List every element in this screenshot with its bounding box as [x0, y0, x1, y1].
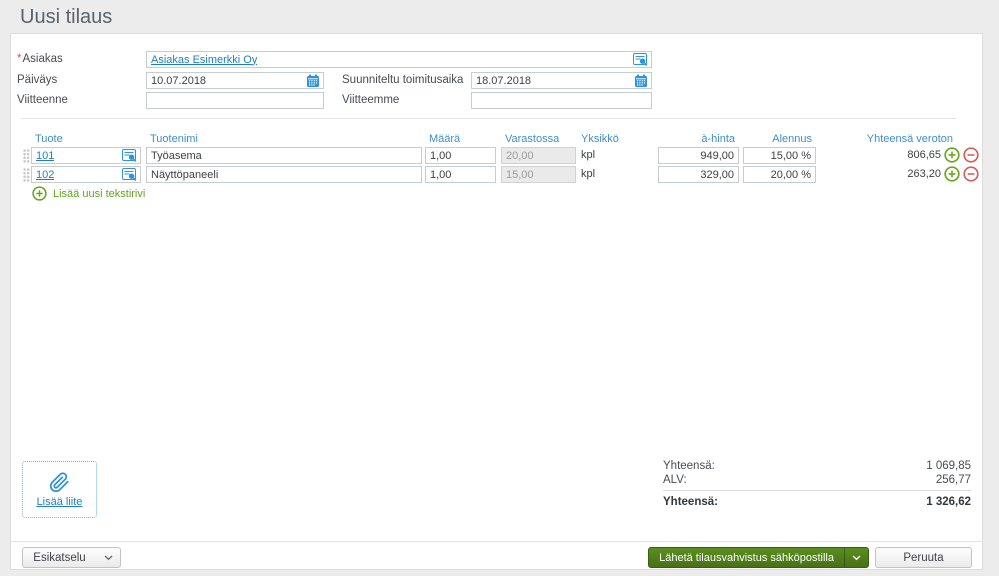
product-name-input[interactable] [146, 147, 422, 164]
grand-total-value: 1 326,62 [926, 496, 971, 508]
date-calendar-icon[interactable] [306, 74, 320, 88]
header-discount: Alennus [772, 133, 812, 145]
product-code-field[interactable]: 101 [31, 147, 141, 164]
product-lookup-icon[interactable] [122, 149, 137, 162]
row-total-text: 806,65 [907, 149, 941, 161]
product-code-field[interactable]: 102 [31, 166, 141, 183]
product-name-input[interactable] [146, 166, 422, 183]
send-confirmation-label: Lähetä tilausvahvistus sähköpostilla [659, 551, 834, 564]
your-reference-label: Viitteenne [17, 94, 68, 106]
unit-text: kpl [581, 168, 596, 180]
send-confirmation-button[interactable]: Lähetä tilausvahvistus sähköpostilla [648, 547, 869, 568]
table-row: 101 kpl 806,65 [11, 147, 982, 164]
cancel-button-label: Peruuta [903, 551, 944, 564]
cancel-button[interactable]: Peruuta [875, 547, 972, 568]
quantity-input[interactable] [425, 147, 496, 164]
grand-total-row: Yhteensä: 1 326,62 [663, 496, 971, 508]
stock-input [501, 147, 576, 164]
date-field[interactable]: 10.07.2018 [146, 72, 324, 89]
subtotal-row: Yhteensä: 1 069,85 [663, 460, 971, 472]
unit-price-input[interactable] [658, 147, 739, 164]
add-text-row-label: Lisää uusi tekstirivi [53, 187, 146, 200]
header-stock: Varastossa [505, 133, 560, 145]
row-drag-handle-icon[interactable] [23, 149, 30, 163]
your-reference-input[interactable] [146, 92, 324, 109]
delivery-label: Suunniteltu toimitusaika [342, 74, 464, 86]
add-text-row-button[interactable]: Lisää uusi tekstirivi [32, 186, 145, 201]
header-name: Tuotenimi [150, 133, 198, 145]
chevron-down-icon[interactable] [96, 554, 120, 561]
quantity-input[interactable] [425, 166, 496, 183]
header-total: Yhteensä veroton [866, 133, 953, 145]
grand-total-label: Yhteensä: [663, 496, 718, 508]
our-reference-label: Viitteemme [342, 94, 400, 106]
paperclip-icon [49, 471, 70, 493]
vat-row: ALV: 256,77 [663, 474, 971, 486]
customer-lookup-icon[interactable] [633, 53, 648, 66]
customer-field[interactable]: Asiakas Esimerkki Oy [146, 51, 652, 68]
delivery-value[interactable]: 18.07.2018 [476, 75, 531, 87]
header-price: à-hinta [701, 133, 735, 145]
product-code-link[interactable]: 102 [36, 169, 54, 181]
plus-circle-icon [32, 186, 47, 201]
delivery-calendar-icon[interactable] [634, 74, 648, 88]
delivery-field[interactable]: 18.07.2018 [471, 72, 652, 89]
vat-label: ALV: [663, 474, 687, 486]
remove-row-icon[interactable] [963, 166, 979, 182]
stock-input [501, 166, 576, 183]
add-attachment-dropzone[interactable]: Lisää liite [22, 461, 97, 518]
header-product: Tuote [35, 133, 63, 145]
table-row: 102 kpl 263,20 [11, 166, 982, 183]
customer-link[interactable]: Asiakas Esimerkki Oy [151, 54, 257, 66]
header-quantity: Määrä [429, 133, 461, 145]
footer-divider [11, 541, 982, 542]
preview-button[interactable]: Esikatselu [22, 547, 121, 568]
vat-value: 256,77 [935, 474, 971, 486]
row-total-text: 263,20 [907, 168, 941, 180]
date-label: Päiväys [17, 74, 58, 86]
product-code-link[interactable]: 101 [36, 150, 54, 162]
order-page: Uusi tilaus *Asiakas Asiakas Esimerkki O… [0, 0, 999, 576]
preview-button-label: Esikatselu [33, 551, 86, 564]
subtotal-label: Yhteensä: [663, 460, 715, 472]
remove-row-icon[interactable] [963, 147, 979, 163]
add-row-icon[interactable] [944, 166, 960, 182]
subtotal-value: 1 069,85 [926, 460, 971, 472]
add-attachment-link[interactable]: Lisää liite [37, 496, 83, 508]
product-lookup-icon[interactable] [122, 168, 137, 181]
our-reference-input[interactable] [471, 92, 652, 109]
page-title: Uusi tilaus [20, 6, 113, 28]
row-drag-handle-icon[interactable] [23, 168, 30, 182]
form-table-divider [21, 118, 956, 119]
add-row-icon[interactable] [944, 147, 960, 163]
unit-price-input[interactable] [658, 166, 739, 183]
chevron-down-icon[interactable] [845, 548, 868, 567]
unit-text: kpl [581, 149, 596, 161]
header-unit: Yksikkö [581, 133, 619, 145]
order-panel: *Asiakas Asiakas Esimerkki Oy Päiväys 10… [10, 33, 983, 570]
totals-divider [663, 490, 971, 491]
customer-label: *Asiakas [17, 53, 63, 65]
date-value[interactable]: 10.07.2018 [151, 75, 206, 87]
required-asterisk: * [17, 53, 22, 65]
